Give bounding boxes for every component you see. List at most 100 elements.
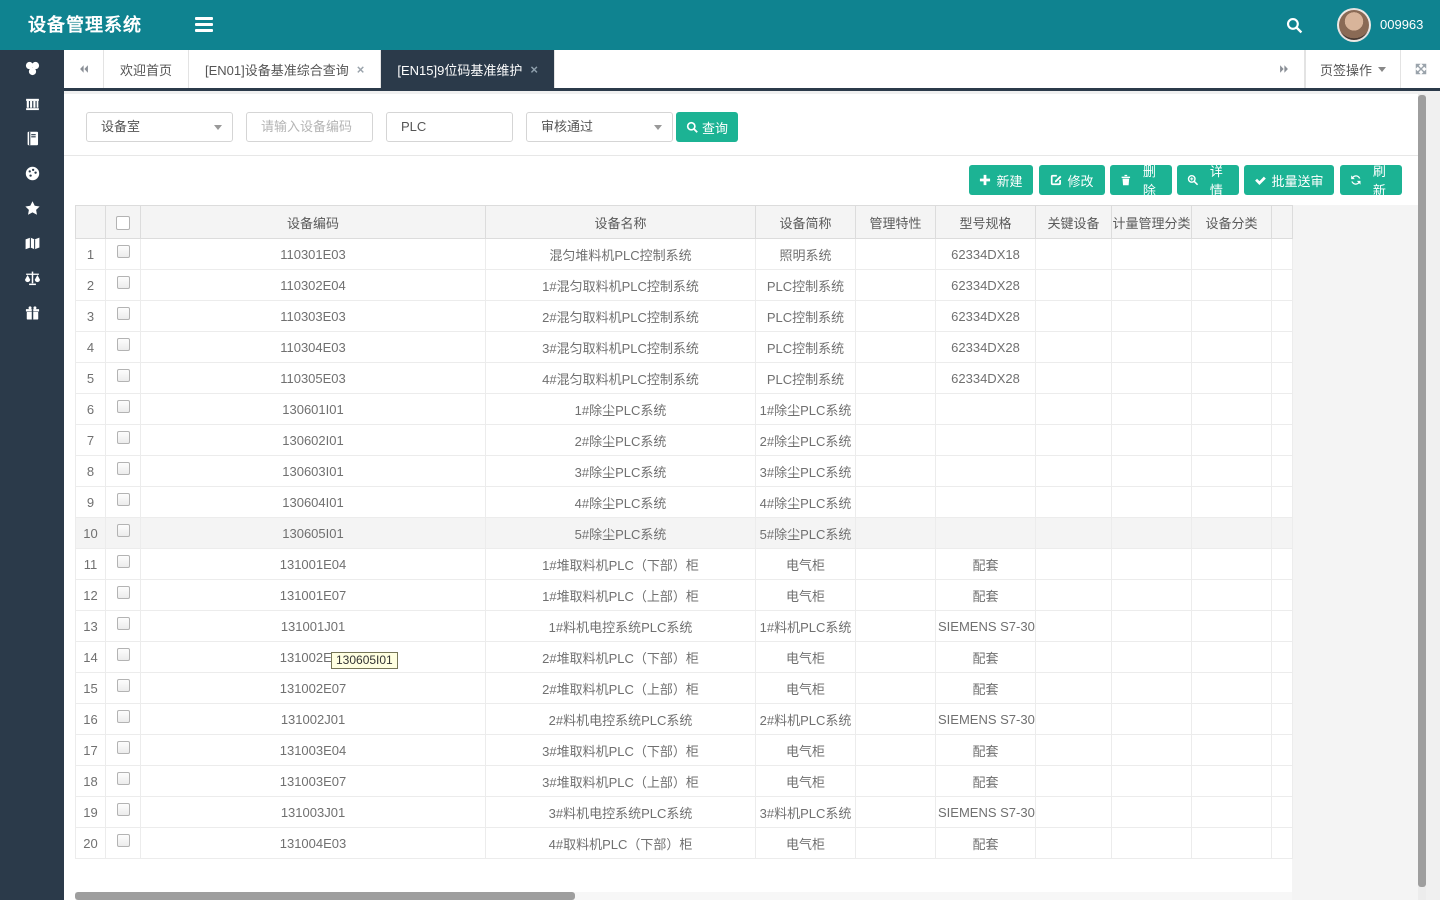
cell-meter xyxy=(1112,456,1192,487)
cell-category xyxy=(1192,394,1272,425)
row-checkbox[interactable] xyxy=(117,834,130,847)
tab-[EN01]设备基准综合查询[interactable]: [EN01]设备基准综合查询× xyxy=(189,50,381,88)
row-checkbox[interactable] xyxy=(117,338,130,351)
row-number-cell: 6 xyxy=(76,394,106,425)
table-row[interactable]: 9130604I014#除尘PLC系统4#除尘PLC系统 xyxy=(76,487,1293,518)
row-checkbox[interactable] xyxy=(117,741,130,754)
sidebar-item-building-columns[interactable] xyxy=(0,87,64,122)
cell-meter xyxy=(1112,797,1192,828)
table-row[interactable]: 18131003E073#堆取料机PLC（上部）柜电气柜配套 xyxy=(76,766,1293,797)
table-row[interactable]: 11131001E041#堆取料机PLC（下部）柜电气柜配套 xyxy=(76,549,1293,580)
new-button[interactable]: 新建 xyxy=(969,165,1033,195)
row-checkbox[interactable] xyxy=(117,803,130,816)
tab-close-icon[interactable]: × xyxy=(530,62,538,77)
row-checkbox[interactable] xyxy=(117,245,130,258)
tab-[EN15]9位码基准维护[interactable]: [EN15]9位码基准维护× xyxy=(381,50,555,88)
tab-close-icon[interactable]: × xyxy=(357,62,365,77)
row-checkbox[interactable] xyxy=(117,586,130,599)
modules-icon xyxy=(24,60,41,80)
cell-category xyxy=(1192,301,1272,332)
vertical-scrollbar[interactable] xyxy=(1418,94,1426,900)
table-row[interactable]: 15131002E072#堆取料机PLC（上部）柜电气柜配套 xyxy=(76,673,1293,704)
tabs-scroll-right-button[interactable] xyxy=(1265,50,1305,88)
row-checkbox[interactable] xyxy=(117,710,130,723)
cell-mgmt xyxy=(856,580,936,611)
table-row[interactable]: 3110303E032#混匀取料机PLC控制系统PLC控制系统62334DX28 xyxy=(76,301,1293,332)
detail-button[interactable]: 详情 xyxy=(1177,165,1239,195)
edit-button[interactable]: 修改 xyxy=(1039,165,1105,195)
row-checkbox[interactable] xyxy=(117,524,130,537)
user-avatar[interactable] xyxy=(1337,8,1371,42)
table-row[interactable]: 10130605I015#除尘PLC系统5#除尘PLC系统 xyxy=(76,518,1293,549)
cell-model xyxy=(936,456,1036,487)
horizontal-scrollbar[interactable] xyxy=(75,892,1292,900)
row-checkbox[interactable] xyxy=(117,648,130,661)
sidebar-item-modules[interactable] xyxy=(0,52,64,87)
table-row[interactable]: 20131004E034#取料机PLC（下部）柜电气柜配套 xyxy=(76,828,1293,859)
cell-abbr: PLC控制系统 xyxy=(756,270,856,301)
cell-mgmt xyxy=(856,673,936,704)
row-checkbox[interactable] xyxy=(117,772,130,785)
cell-meter xyxy=(1112,549,1192,580)
row-number-cell: 16 xyxy=(76,704,106,735)
table-row[interactable]: 13131001J011#料机电控系统PLC系统1#料机PLC系统SIEMENS… xyxy=(76,611,1293,642)
fullscreen-toggle-button[interactable] xyxy=(1400,50,1440,88)
equipment-code-input[interactable]: 请输入设备编码 xyxy=(246,112,373,142)
table-row[interactable]: 19131003J013#料机电控系统PLC系统3#料机PLC系统SIEMENS… xyxy=(76,797,1293,828)
hamburger-menu-icon[interactable] xyxy=(195,17,213,33)
table-row[interactable]: 14131002E042#堆取料机PLC（下部）柜电气柜配套 xyxy=(76,642,1293,673)
row-checkbox[interactable] xyxy=(117,307,130,320)
cell-filler xyxy=(1272,332,1293,363)
sidebar-item-star[interactable] xyxy=(0,192,64,227)
equipment-room-select[interactable]: 设备室 xyxy=(86,112,233,142)
row-checkbox[interactable] xyxy=(117,276,130,289)
vertical-scrollbar-thumb[interactable] xyxy=(1418,95,1426,887)
query-button[interactable]: 查询 xyxy=(676,112,738,142)
cell-key xyxy=(1036,797,1112,828)
tab-actions-dropdown[interactable]: 页签操作 xyxy=(1305,50,1400,88)
table-row[interactable]: 8130603I013#除尘PLC系统3#除尘PLC系统 xyxy=(76,456,1293,487)
col-header-key: 关键设备 xyxy=(1036,206,1112,239)
row-checkbox[interactable] xyxy=(117,431,130,444)
edit-icon xyxy=(1050,174,1062,186)
search-icon[interactable] xyxy=(1286,17,1303,34)
cell-key xyxy=(1036,611,1112,642)
tab-欢迎首页[interactable]: 欢迎首页 xyxy=(104,50,189,88)
cell-name: 3#堆取料机PLC（下部）柜 xyxy=(486,735,756,766)
row-checkbox[interactable] xyxy=(117,493,130,506)
cell-filler xyxy=(1272,766,1293,797)
sidebar-item-book[interactable] xyxy=(0,122,64,157)
audit-status-select[interactable]: 审核通过 xyxy=(526,112,673,142)
table-row[interactable]: 7130602I012#除尘PLC系统2#除尘PLC系统 xyxy=(76,425,1293,456)
table-row[interactable]: 6130601I011#除尘PLC系统1#除尘PLC系统 xyxy=(76,394,1293,425)
sidebar-item-gift[interactable] xyxy=(0,297,64,332)
row-checkbox[interactable] xyxy=(117,369,130,382)
row-checkbox[interactable] xyxy=(117,679,130,692)
sidebar-item-palette[interactable] xyxy=(0,157,64,192)
select-all-checkbox[interactable] xyxy=(116,216,130,230)
table-row[interactable]: 2110302E041#混匀取料机PLC控制系统PLC控制系统62334DX28 xyxy=(76,270,1293,301)
row-checkbox[interactable] xyxy=(117,400,130,413)
table-row[interactable]: 4110304E033#混匀取料机PLC控制系统PLC控制系统62334DX28 xyxy=(76,332,1293,363)
cell-model: 配套 xyxy=(936,735,1036,766)
table-row[interactable]: 1110301E03混匀堆料机PLC控制系统照明系统62334DX18 xyxy=(76,239,1293,270)
sidebar-item-map[interactable] xyxy=(0,227,64,262)
table-row[interactable]: 16131002J012#料机电控系统PLC系统2#料机PLC系统SIEMENS… xyxy=(76,704,1293,735)
row-checkbox[interactable] xyxy=(117,555,130,568)
table-row[interactable]: 12131001E071#堆取料机PLC（上部）柜电气柜配套 xyxy=(76,580,1293,611)
horizontal-scrollbar-thumb[interactable] xyxy=(75,892,575,900)
cell-abbr: 4#除尘PLC系统 xyxy=(756,487,856,518)
table-row[interactable]: 5110305E034#混匀取料机PLC控制系统PLC控制系统62334DX28 xyxy=(76,363,1293,394)
batch-submit-button[interactable]: 批量送审 xyxy=(1244,165,1334,195)
cell-meter xyxy=(1112,332,1192,363)
row-checkbox[interactable] xyxy=(117,462,130,475)
table-row[interactable]: 17131003E043#堆取料机PLC（下部）柜电气柜配套 xyxy=(76,735,1293,766)
tabs-scroll-left-button[interactable] xyxy=(64,50,104,88)
row-checkbox[interactable] xyxy=(117,617,130,630)
row-number-cell: 9 xyxy=(76,487,106,518)
app-window: 设备管理系统 009963 欢迎首页[EN01]设备基准综合查询×[EN15]9… xyxy=(0,0,1440,900)
sidebar-item-scales[interactable] xyxy=(0,262,64,297)
delete-button[interactable]: 删除 xyxy=(1110,165,1172,195)
refresh-button[interactable]: 刷新 xyxy=(1340,165,1402,195)
keyword-input[interactable]: PLC xyxy=(386,112,513,142)
